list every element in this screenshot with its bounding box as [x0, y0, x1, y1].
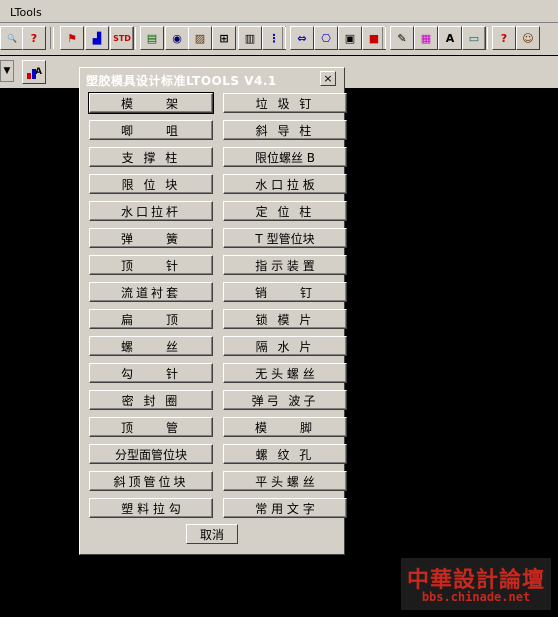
left-standard-button[interactable]: 扁 顶 — [89, 309, 213, 329]
toolbar-separator — [282, 27, 286, 49]
tool-k-icon[interactable]: ▣ — [338, 26, 362, 50]
left-standard-button[interactable]: 螺 丝 — [89, 336, 213, 356]
left-standard-button[interactable]: 顶 针 — [89, 255, 213, 275]
watermark-logo: 中華設計論壇 bbs.chinade.net — [401, 558, 551, 610]
tool-g-icon[interactable]: ▥ — [238, 26, 262, 50]
right-standard-button[interactable]: 弹弓 波子 — [223, 390, 347, 410]
right-standard-button[interactable]: 常 用 文 字 — [223, 498, 347, 518]
cancel-button[interactable]: 取消 — [186, 524, 238, 544]
main-toolbar: 🔍? ⚑ ▟ STD ▤ ◉ ▨ ⊞ ▥ ⋮ ⇔ ⎔ ▣ ■ ✎ ▦ A ▭? ☺ — [0, 23, 558, 55]
left-standard-button[interactable]: 塑 料 拉 勾 — [89, 498, 213, 518]
left-standard-button[interactable]: 勾 针 — [89, 363, 213, 383]
ltools-dialog: 塑胶模具设计标准LTOOLS V4.1 × 模 架唧 咀支 撑 柱限 位 块水口… — [79, 67, 347, 555]
left-standard-button[interactable]: 分型面管位块 — [89, 444, 213, 464]
dialog-title: 塑胶模具设计标准LTOOLS V4.1 — [86, 74, 277, 88]
toolbar-separator — [484, 27, 488, 49]
svg-text:A: A — [35, 67, 42, 77]
left-standard-button[interactable]: 水口拉杆 — [89, 201, 213, 221]
tool-a-icon[interactable]: ⚑ — [60, 26, 84, 50]
tool-c-icon[interactable]: ▤ — [140, 26, 164, 50]
right-standard-button[interactable]: 螺 纹 孔 — [223, 444, 347, 464]
right-standard-button[interactable]: 水 口 拉 板 — [223, 174, 347, 194]
right-standard-button[interactable]: 无 头 螺 丝 — [223, 363, 347, 383]
left-standard-button[interactable]: 模 架 — [88, 92, 214, 114]
close-icon[interactable]: × — [320, 71, 336, 86]
right-standard-button[interactable]: 锁 模 片 — [223, 309, 347, 329]
left-standard-button[interactable]: 斜顶管位块 — [89, 471, 213, 491]
tool-j-icon[interactable]: ⎔ — [314, 26, 338, 50]
right-standard-button[interactable]: 指 示 装 置 — [223, 255, 347, 275]
right-standard-button[interactable]: 平 头 螺 丝 — [223, 471, 347, 491]
tool-n-icon[interactable]: ▦ — [414, 26, 438, 50]
watermark-url: bbs.chinade.net — [421, 590, 531, 604]
toolbar-separator — [132, 27, 136, 49]
left-standard-button[interactable]: 流道衬套 — [89, 282, 213, 302]
left-standard-button[interactable]: 弹 簧 — [89, 228, 213, 248]
tool-i-icon[interactable]: ⇔ — [290, 26, 314, 50]
app-title: LTools — [10, 6, 42, 19]
tool-e-icon[interactable]: ▨ — [188, 26, 212, 50]
left-standard-button[interactable]: 唧 咀 — [89, 120, 213, 140]
help-icon[interactable]: ? — [22, 26, 46, 50]
left-standard-button[interactable]: 支 撑 柱 — [89, 147, 213, 167]
std-icon[interactable]: STD — [110, 26, 134, 50]
tool-f-icon[interactable]: ⊞ — [212, 26, 236, 50]
dialog-titlebar[interactable]: 塑胶模具设计标准LTOOLS V4.1 × — [82, 70, 340, 88]
toolbar-separator — [382, 27, 386, 49]
zoom-icon[interactable]: 🔍 — [0, 26, 24, 50]
left-standard-button[interactable]: 顶 管 — [89, 417, 213, 437]
toolbar-separator — [50, 27, 54, 49]
left-standard-button[interactable]: 密 封 圈 — [89, 390, 213, 410]
tool-m-icon[interactable]: ✎ — [390, 26, 414, 50]
right-standard-button[interactable]: 销 钉 — [223, 282, 347, 302]
right-standard-button[interactable]: 模 脚 — [223, 417, 347, 437]
right-standard-button[interactable]: 限位螺丝 B — [223, 147, 347, 167]
tool-d-icon[interactable]: ◉ — [165, 26, 189, 50]
tool-p-icon[interactable]: ▭ — [462, 26, 486, 50]
right-standard-button[interactable]: 隔 水 片 — [223, 336, 347, 356]
tool-q-icon[interactable]: ☺ — [516, 26, 540, 50]
right-standard-button[interactable]: 斜 导 柱 — [223, 120, 347, 140]
tool-b-icon[interactable]: ▟ — [85, 26, 109, 50]
help2-icon[interactable]: ? — [492, 26, 516, 50]
right-standard-button[interactable]: 定 位 柱 — [223, 201, 347, 221]
right-standard-button[interactable]: T 型管位块 — [223, 228, 347, 248]
left-standard-button[interactable]: 限 位 块 — [89, 174, 213, 194]
menu-bar: LTools — [0, 0, 558, 23]
dropdown-arrow-icon[interactable]: ▼ — [0, 60, 14, 82]
right-standard-button[interactable]: 垃 圾 钉 — [223, 93, 347, 113]
tool-o-icon[interactable]: A — [438, 26, 462, 50]
text-style-icon[interactable]: A — [22, 60, 46, 84]
